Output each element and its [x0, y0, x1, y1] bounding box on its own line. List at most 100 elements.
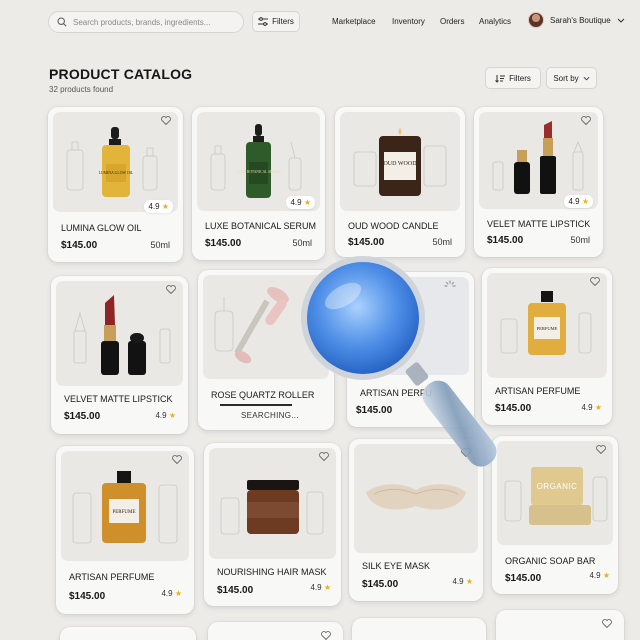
nav-marketplace[interactable]: Marketplace [332, 17, 376, 26]
product-price: $145.00 [362, 579, 399, 590]
product-card[interactable]: NOURISHING HAIR MASK $145.00 4.9 ★ [204, 443, 341, 606]
heart-icon[interactable] [172, 455, 182, 464]
rating-badge: 4.9 ★ [144, 200, 173, 213]
product-image: PERFUME [487, 273, 607, 378]
star-icon: ★ [168, 411, 176, 420]
search-box[interactable] [48, 11, 244, 33]
product-card[interactable]: ROSE QUARTZ ROLLER SEARCHING... [198, 270, 334, 430]
search-progress [220, 404, 292, 406]
bottle-label: LUMINA GLOW OIL [99, 171, 134, 175]
heart-icon[interactable] [590, 277, 600, 286]
rating-value: 4.9 [589, 571, 601, 580]
bottle-label: PERFUME [112, 510, 135, 515]
product-name: OUD WOOD CANDLE [348, 221, 439, 231]
heart-icon[interactable] [166, 285, 176, 294]
product-card[interactable]: LUMINA GLOW OIL 4.9 ★ LUMINA GLOW OIL $1… [48, 107, 183, 262]
product-image: OUD WOOD [340, 112, 460, 211]
product-image [203, 275, 329, 379]
rating-badge: 4.9 ★ [564, 195, 593, 208]
nav-analytics[interactable]: Analytics [479, 17, 511, 26]
product-card[interactable]: OUD WOOD OUD WOOD CANDLE $145.00 50ml [335, 107, 465, 257]
product-name: LUMINA GLOW OIL [61, 223, 142, 233]
rating: 4.9 ★ [581, 403, 602, 412]
product-card[interactable]: LUXE BOTANICAL SERUM 4.9 ★ LUXE BOTANICA… [192, 107, 325, 260]
product-price: $145.00 [356, 405, 393, 416]
rating-value: 4.9 [310, 583, 322, 592]
product-card[interactable] [60, 627, 196, 640]
rating-badge: 4.9 ★ [286, 196, 315, 209]
product-card[interactable]: PERFUME ARTISAN PERFUME $145.00 4.9 ★ [482, 268, 612, 425]
soap-label: ORGANIC [537, 482, 578, 491]
product-card[interactable] [496, 610, 624, 640]
rating: 4.9 ★ [452, 577, 473, 586]
filters-label: Filters [272, 17, 294, 26]
product-card[interactable]: 4.9 ★ VELET MATTE LIPSTICK $145.00 50ml [474, 107, 603, 257]
chevron-down-icon [617, 18, 625, 23]
rating-value: 4.9 [148, 202, 160, 211]
top-bar: Filters Marketplace Inventory Orders Ana… [0, 0, 640, 44]
rating-value: 4.9 [161, 589, 173, 598]
filters-label: Filters [509, 73, 531, 83]
product-price: $145.00 [64, 411, 101, 422]
product-card[interactable]: ARTISAN PERFU $145.00 [347, 272, 474, 427]
rating-value: 4.9 [290, 198, 302, 207]
product-image: ORGANIC [497, 441, 613, 545]
product-image [354, 444, 478, 553]
heart-icon[interactable] [161, 116, 171, 125]
nav-orders[interactable]: Orders [440, 17, 464, 26]
filters-button-top[interactable]: Filters [252, 11, 300, 32]
product-count: 32 products found [49, 85, 114, 94]
product-card[interactable] [208, 622, 343, 640]
product-price: $145.00 [495, 403, 532, 414]
product-card[interactable]: PERFUME ARTISAN PERFUME $145.00 4.9 ★ [56, 446, 194, 614]
star-icon: ★ [323, 583, 331, 592]
sort-label: Sort by [553, 73, 579, 83]
heart-icon[interactable] [581, 116, 591, 125]
bottle-label: PERFUME [537, 326, 558, 331]
heart-icon[interactable] [321, 631, 331, 640]
rating: 4.9 ★ [589, 571, 610, 580]
star-icon: ★ [174, 589, 182, 598]
search-input[interactable] [73, 17, 233, 27]
star-icon: ★ [465, 577, 473, 586]
heart-icon[interactable] [461, 448, 471, 457]
product-card[interactable]: VELVET MATTE LIPSTICK $145.00 4.9 ★ [51, 276, 188, 434]
chevron-down-icon [583, 76, 590, 80]
product-name: ARTISAN PERFUME [69, 572, 155, 582]
product-card[interactable] [352, 618, 486, 640]
star-icon: ★ [581, 197, 589, 206]
product-name: VELVET MATTE LIPSTICK [64, 394, 173, 404]
loading-spinner-icon [444, 280, 456, 287]
product-image [209, 448, 336, 559]
product-card[interactable]: SILK EYE MASK $145.00 4.9 ★ [349, 439, 483, 601]
searching-status: SEARCHING... [241, 411, 299, 420]
product-image: PERFUME [61, 451, 189, 561]
account-menu[interactable]: Sarah's Boutique [528, 12, 625, 28]
sort-dropdown[interactable]: Sort by [546, 67, 597, 89]
product-card[interactable]: ORGANIC ORGANIC SOAP BAR $145.00 4.9 ★ [492, 436, 618, 594]
avatar [528, 12, 544, 28]
heart-icon[interactable] [596, 445, 606, 454]
nav-inventory[interactable]: Inventory [392, 17, 425, 26]
product-volume: 50ml [292, 238, 312, 248]
product-name: ROSE QUARTZ ROLLER [211, 390, 315, 400]
heart-icon[interactable] [319, 452, 329, 461]
product-price: $145.00 [205, 238, 242, 249]
sort-lines-icon [495, 74, 506, 83]
product-price: $145.00 [217, 585, 254, 596]
star-icon: ★ [161, 202, 169, 211]
heart-icon[interactable] [602, 619, 612, 628]
product-name: NOURISHING HAIR MASK [217, 567, 327, 577]
product-price: $145.00 [69, 591, 106, 602]
product-volume: 50ml [432, 237, 452, 247]
product-volume: 50ml [150, 240, 170, 250]
filters-button[interactable]: Filters [485, 67, 541, 89]
rating-value: 4.9 [452, 577, 464, 586]
candle-label: OUD WOOD [383, 161, 417, 167]
page-title: PRODUCT CATALOG [49, 66, 193, 82]
star-icon: ★ [602, 571, 610, 580]
product-price: $145.00 [505, 573, 542, 584]
product-name: ORGANIC SOAP BAR [505, 556, 596, 566]
rating: 4.9 ★ [310, 583, 331, 592]
product-image: LUMINA GLOW OIL [53, 112, 178, 212]
